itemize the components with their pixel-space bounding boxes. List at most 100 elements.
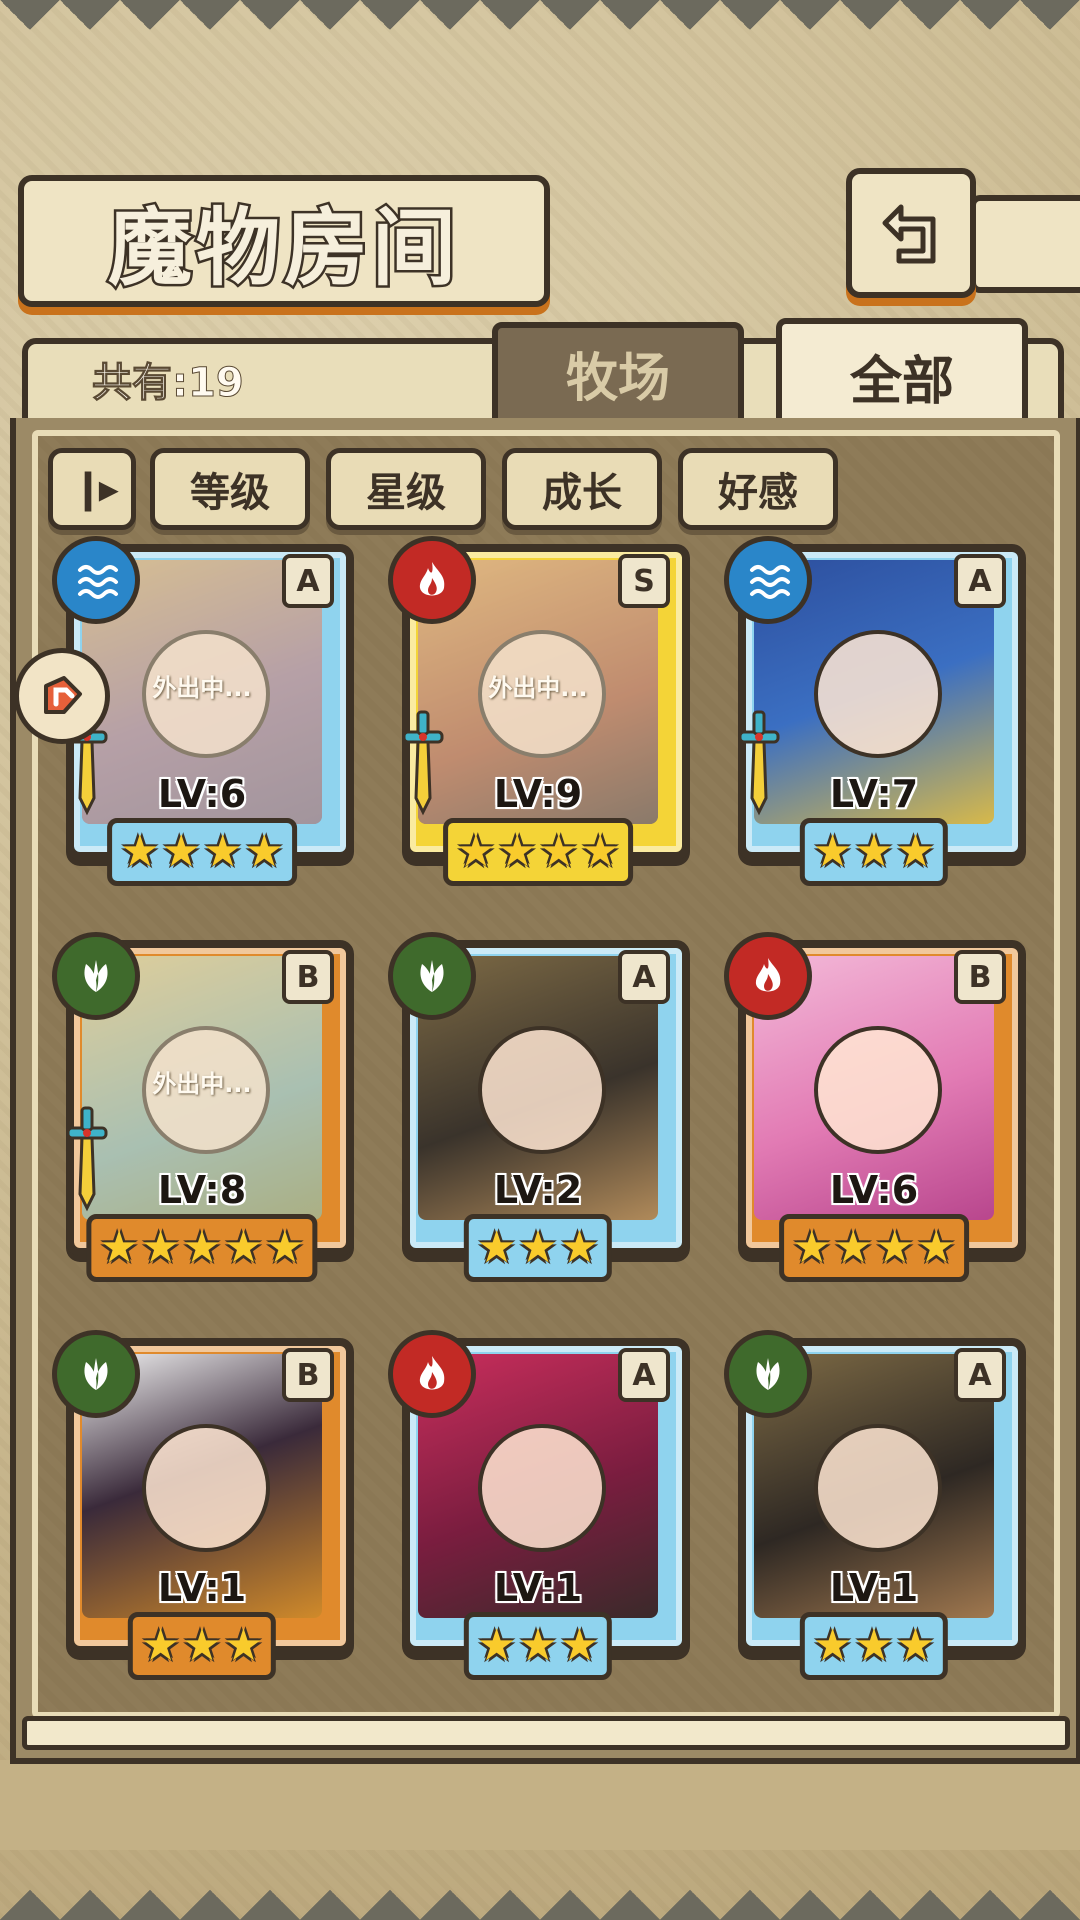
monster-card[interactable]: A LV:2 ★ ★ ★ xyxy=(388,932,690,1282)
filter-growth-button[interactable]: 成长 xyxy=(502,448,662,530)
star-rating: ★ ★ ★ ★ xyxy=(779,1214,969,1282)
filter-affinity-button[interactable]: 好感 xyxy=(678,448,838,530)
grass-element-badge xyxy=(52,1330,140,1418)
star-icon: ★ xyxy=(223,1620,264,1671)
fire-icon xyxy=(755,958,781,992)
portrait-face xyxy=(814,630,942,758)
star-icon: ★ xyxy=(539,826,579,877)
star-rating: ★ ★ ★ xyxy=(127,1612,277,1680)
level-label: LV:2 xyxy=(493,1168,583,1212)
tab-all[interactable]: 全部 xyxy=(776,318,1028,434)
quest-tag-button[interactable] xyxy=(14,648,110,744)
portrait-face xyxy=(814,1026,942,1154)
torn-edge-bottom xyxy=(0,1840,1080,1920)
away-status: 外出中... xyxy=(488,674,588,702)
fire-element-badge xyxy=(388,536,476,624)
portrait-face xyxy=(478,1424,606,1552)
page-title: 魔物房间 xyxy=(105,195,460,299)
portrait-face xyxy=(814,1424,942,1552)
star-icon: ★ xyxy=(916,1222,956,1273)
panel-bottom-rail xyxy=(22,1716,1070,1750)
star-icon: ★ xyxy=(792,1222,832,1273)
level-label: LV:1 xyxy=(493,1566,583,1610)
star-rating: ★ ★ ★ ★ xyxy=(443,818,633,886)
monster-card[interactable]: A LV:1 ★ ★ ★ xyxy=(724,1330,1026,1680)
back-button-rail xyxy=(970,195,1080,293)
monster-card[interactable]: B LV:6 ★ ★ ★ ★ xyxy=(724,932,1026,1282)
grass-element-badge xyxy=(388,932,476,1020)
star-icon: ★ xyxy=(812,826,853,877)
water-element-badge xyxy=(52,536,140,624)
monster-card[interactable]: 外出中... B LV:8 ★ ★ ★ ★ ★ xyxy=(52,932,354,1282)
fire-element-badge xyxy=(388,1330,476,1418)
fire-icon xyxy=(419,1356,445,1390)
level-label: LV:7 xyxy=(829,772,919,816)
star-icon: ★ xyxy=(223,1222,264,1273)
star-icon: ★ xyxy=(476,1222,517,1273)
sort-order-icon: ❙▸ xyxy=(71,466,119,512)
star-rating: ★ ★ ★ xyxy=(799,1612,949,1680)
star-icon: ★ xyxy=(812,1620,853,1671)
star-icon: ★ xyxy=(833,1222,873,1273)
return-arrow-icon xyxy=(882,204,936,264)
monster-card[interactable]: B LV:1 ★ ★ ★ xyxy=(52,1330,354,1680)
monster-count: 共有:19 xyxy=(92,360,245,407)
star-icon: ★ xyxy=(140,1222,181,1273)
filter-star-button[interactable]: 星级 xyxy=(326,448,486,530)
tab-ranch[interactable]: 牧场 xyxy=(492,322,744,424)
level-label: LV:1 xyxy=(829,1566,919,1610)
star-icon: ★ xyxy=(265,1222,305,1273)
star-icon: ★ xyxy=(854,1620,894,1671)
rarity-badge: A xyxy=(618,1348,670,1402)
title-plate: 魔物房间 xyxy=(18,175,550,307)
filter-level-button[interactable]: 等级 xyxy=(150,448,310,530)
rarity-badge: A xyxy=(282,554,334,608)
water-icon xyxy=(750,565,790,599)
star-icon: ★ xyxy=(182,1620,222,1671)
rarity-badge: B xyxy=(282,950,334,1004)
star-rating: ★ ★ ★ ★ ★ xyxy=(86,1214,318,1282)
star-icon: ★ xyxy=(854,826,894,877)
star-icon: ★ xyxy=(182,1222,222,1273)
fire-element-badge xyxy=(724,932,812,1020)
star-icon: ★ xyxy=(559,1620,600,1671)
sort-order-button[interactable]: ❙▸ xyxy=(48,448,136,530)
grass-icon xyxy=(420,960,444,992)
level-label: LV:6 xyxy=(829,1168,919,1212)
fire-icon xyxy=(419,562,445,596)
monster-card[interactable]: A LV:1 ★ ★ ★ xyxy=(388,1330,690,1680)
star-icon: ★ xyxy=(895,1620,936,1671)
grass-icon xyxy=(84,960,108,992)
star-icon: ★ xyxy=(244,826,284,877)
star-icon: ★ xyxy=(161,826,201,877)
grass-element-badge xyxy=(724,1330,812,1418)
torn-edge-top xyxy=(0,0,1080,60)
level-label: LV:9 xyxy=(493,772,583,816)
star-rating: ★ ★ ★ xyxy=(463,1214,613,1282)
star-icon: ★ xyxy=(140,1620,181,1671)
map-footer-strip xyxy=(0,1760,1080,1850)
water-icon xyxy=(78,565,118,599)
rarity-badge: B xyxy=(282,1348,334,1402)
back-button[interactable] xyxy=(846,168,976,298)
level-label: LV:8 xyxy=(157,1168,247,1212)
away-status: 外出中... xyxy=(152,1070,252,1098)
monster-card[interactable]: A LV:7 ★ ★ ★ xyxy=(724,536,1026,886)
star-icon: ★ xyxy=(203,826,243,877)
star-rating: ★ ★ ★ ★ xyxy=(107,818,297,886)
rarity-badge: A xyxy=(618,950,670,1004)
star-icon: ★ xyxy=(895,826,936,877)
portrait-face xyxy=(142,1424,270,1552)
monster-card[interactable]: 外出中... S LV:9 ★ ★ ★ ★ xyxy=(388,536,690,886)
grass-icon xyxy=(84,1358,108,1390)
rarity-badge: B xyxy=(954,950,1006,1004)
star-icon: ★ xyxy=(497,826,537,877)
star-icon: ★ xyxy=(99,1222,139,1273)
water-element-badge xyxy=(724,536,812,624)
star-icon: ★ xyxy=(120,826,160,877)
star-rating: ★ ★ ★ xyxy=(799,818,949,886)
portrait-face xyxy=(478,1026,606,1154)
star-icon: ★ xyxy=(518,1620,558,1671)
star-icon: ★ xyxy=(875,1222,915,1273)
rarity-badge: S xyxy=(618,554,670,608)
